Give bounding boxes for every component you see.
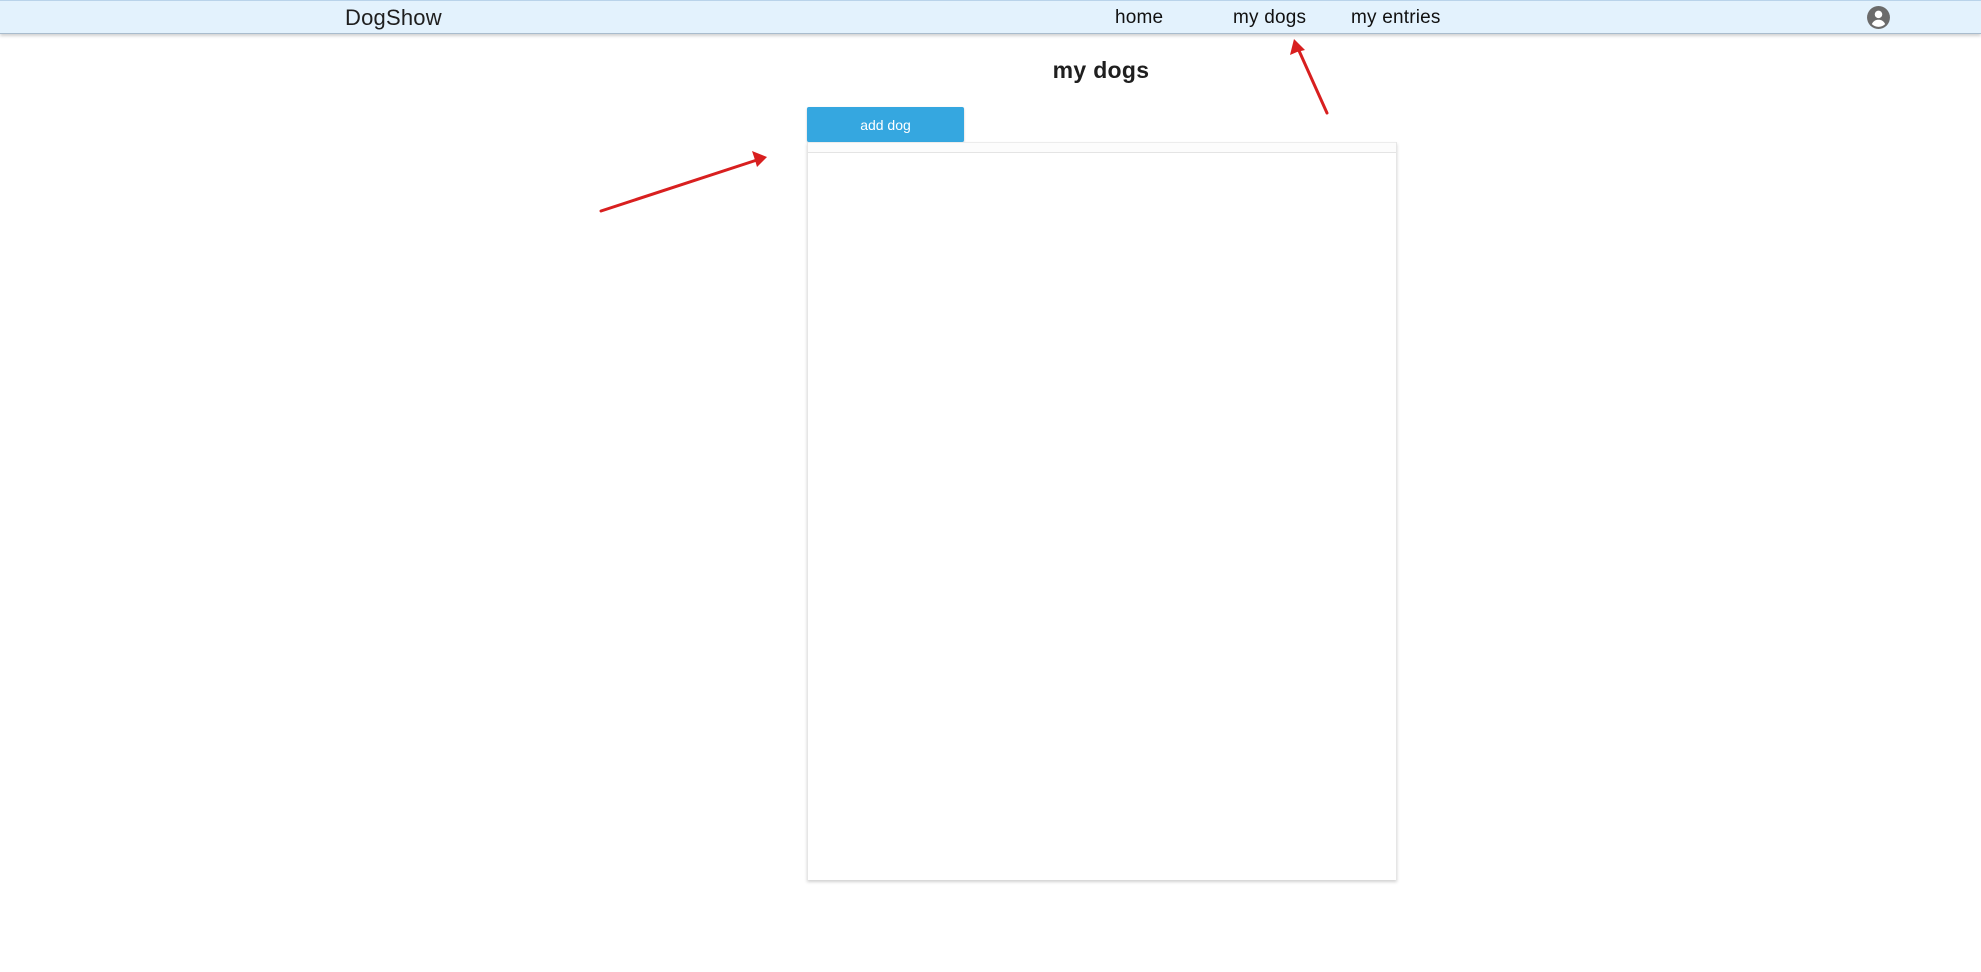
account-circle-icon-svg <box>1867 6 1890 29</box>
dogs-list-header <box>808 142 1396 153</box>
nav-link-my-dogs[interactable]: my dogs <box>1233 7 1306 29</box>
top-navigation-bar: DogShow home my dogs my entries <box>0 0 1981 34</box>
nav-link-home[interactable]: home <box>1115 7 1163 29</box>
page-title: my dogs <box>1052 57 1150 83</box>
brand-logo-text[interactable]: DogShow <box>345 5 442 31</box>
annotation-arrow-to-panel <box>599 151 767 213</box>
nav-link-my-entries[interactable]: my entries <box>1351 7 1441 29</box>
account-circle-icon[interactable] <box>1866 5 1891 30</box>
dogs-list-panel <box>807 142 1397 880</box>
add-dog-button[interactable]: add dog <box>807 107 964 142</box>
